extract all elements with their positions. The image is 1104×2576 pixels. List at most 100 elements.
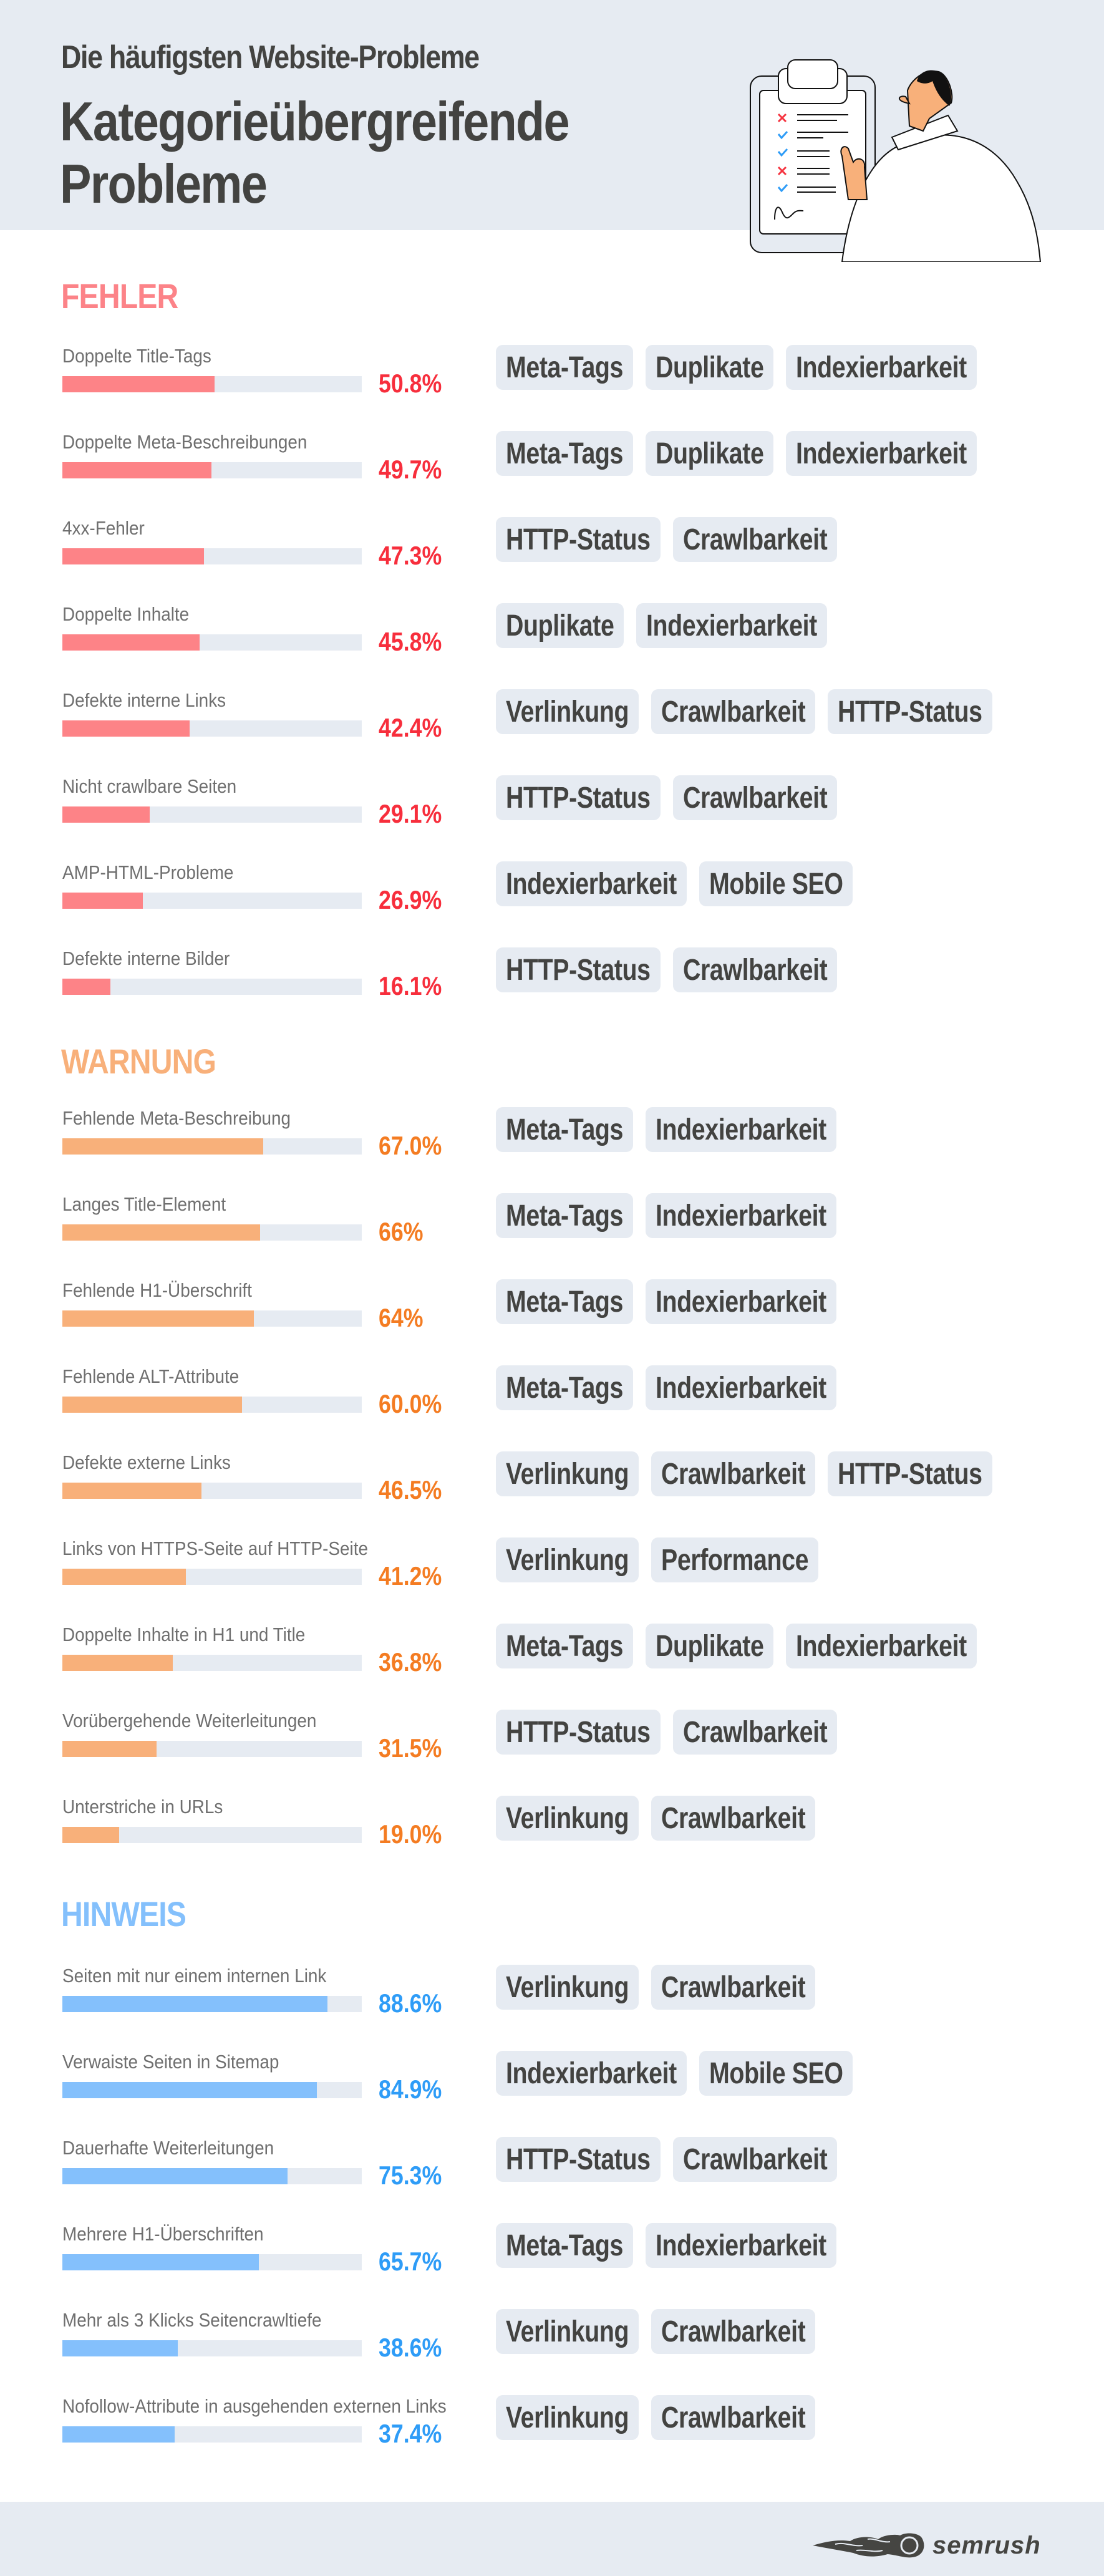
category-tag: Mobile SEO bbox=[699, 861, 853, 906]
bar-track bbox=[62, 1483, 362, 1499]
category-tag: Indexierbarkeit bbox=[646, 2223, 836, 2268]
title-line-2: Probleme bbox=[60, 153, 268, 215]
issue-row: Mehrere H1-Überschriften 65.7% Meta-Tags In… bbox=[0, 2223, 1104, 2309]
category-tag: Verlinkung bbox=[496, 1451, 639, 1496]
category-tag: Indexierbarkeit bbox=[646, 1279, 836, 1324]
category-tag: Indexierbarkeit bbox=[636, 603, 828, 648]
value-label: 65.7% bbox=[379, 2247, 442, 2276]
category-tag: Indexierbarkeit bbox=[646, 1365, 836, 1410]
bar-fill bbox=[62, 462, 211, 478]
section-heading-hinweis: HINWEIS bbox=[61, 1894, 186, 1934]
value-label: 37.4% bbox=[379, 2419, 442, 2448]
category-tag-label: Crawlbarkeit bbox=[661, 2401, 806, 2434]
page-subtitle: Die häufigsten Website-Probleme bbox=[61, 39, 480, 75]
category-tag-label: Crawlbarkeit bbox=[682, 781, 828, 815]
category-tag-label: Meta-Tags bbox=[506, 2229, 624, 2262]
section-heading-fehler: FEHLER bbox=[61, 276, 178, 316]
category-tag: Meta-Tags bbox=[496, 345, 634, 390]
issue-row: AMP-HTML-Probleme 26.9% Indexierbarkeit Mob… bbox=[0, 861, 1104, 947]
category-tag: Crawlbarkeit bbox=[651, 1965, 816, 2010]
issue-row: Unterstriche in URLs 19.0% Verlinkung Crawl… bbox=[0, 1796, 1104, 1882]
category-tag-label: Indexierbarkeit bbox=[796, 1629, 967, 1663]
category-tag-label: Verlinkung bbox=[506, 1970, 629, 2004]
category-tag-label: HTTP-Status bbox=[506, 1715, 651, 1749]
category-tag: Crawlbarkeit bbox=[672, 1710, 837, 1755]
category-tag: Crawlbarkeit bbox=[651, 1796, 816, 1841]
bar-track bbox=[62, 1569, 362, 1585]
bar-track bbox=[62, 806, 362, 823]
issue-label: Langes Title-Element bbox=[62, 1193, 226, 1215]
bar-fill bbox=[62, 1569, 186, 1585]
category-tag: Indexierbarkeit bbox=[786, 345, 977, 390]
bar-fill bbox=[62, 2168, 288, 2184]
semrush-logo: semrush bbox=[813, 2532, 1040, 2559]
value-label: 64% bbox=[379, 1303, 424, 1332]
bar-fill bbox=[62, 2082, 317, 2098]
category-tag: Crawlbarkeit bbox=[651, 689, 816, 734]
issue-row: Nicht crawlbare Seiten 29.1% HTTP-Status Cr… bbox=[0, 775, 1104, 861]
issue-row: Fehlende H1-Überschrift 64% Meta-Tags Index… bbox=[0, 1279, 1104, 1365]
issue-row: Verwaiste Seiten in Sitemap 84.9% Indexier… bbox=[0, 2051, 1104, 2137]
bar-track bbox=[62, 376, 362, 392]
category-tag-label: Duplikate bbox=[656, 437, 764, 470]
value-label: 19.0% bbox=[379, 1819, 442, 1849]
category-tag-label: Mobile SEO bbox=[709, 867, 843, 901]
issue-label: Defekte interne Bilder bbox=[62, 947, 230, 969]
category-tag-label: Duplikate bbox=[656, 1629, 764, 1663]
bar-track bbox=[62, 1741, 362, 1757]
bar-fill bbox=[62, 1741, 157, 1757]
issue-label: Dauerhafte Weiterleitungen bbox=[62, 2137, 274, 2159]
value-label: 38.6% bbox=[379, 2333, 442, 2362]
issue-label: Doppelte Title-Tags bbox=[62, 345, 211, 367]
issue-label: Mehr als 3 Klicks Seitencrawltiefe bbox=[62, 2309, 322, 2331]
value-label: 60.0% bbox=[379, 1389, 442, 1418]
tag-list: Indexierbarkeit Mobile SEO bbox=[496, 2051, 853, 2096]
category-tag-label: Meta-Tags bbox=[506, 1285, 624, 1319]
issue-label: Doppelte Inhalte bbox=[62, 603, 190, 625]
value-label: 67.0% bbox=[379, 1131, 442, 1160]
category-tag: HTTP-Status bbox=[828, 689, 993, 734]
category-tag-label: Crawlbarkeit bbox=[682, 953, 828, 987]
bar-fill bbox=[62, 1827, 120, 1843]
issue-row: Doppelte Meta-Beschreibungen 49.7% Meta-Ta… bbox=[0, 431, 1104, 517]
category-tag: Duplikate bbox=[646, 1624, 774, 1668]
bar-track bbox=[62, 720, 362, 737]
bar-fill bbox=[62, 1138, 263, 1155]
category-tag: Indexierbarkeit bbox=[646, 1193, 836, 1238]
category-tag-label: HTTP-Status bbox=[506, 523, 651, 556]
bar-track bbox=[62, 1655, 362, 1671]
category-tag: HTTP-Status bbox=[496, 947, 661, 992]
bar-track bbox=[62, 2168, 362, 2184]
bar-track bbox=[62, 462, 362, 478]
title-line-1: Kategorieübergreifende bbox=[60, 90, 570, 152]
category-tag: Verlinkung bbox=[496, 1796, 639, 1841]
category-tag-label: Meta-Tags bbox=[506, 1113, 624, 1146]
category-tag-label: Indexierbarkeit bbox=[656, 1113, 826, 1146]
issue-label: Defekte externe Links bbox=[62, 1451, 231, 1473]
category-tag: Meta-Tags bbox=[496, 1365, 634, 1410]
category-tag-label: Verlinkung bbox=[506, 1801, 629, 1835]
issue-label: Verwaiste Seiten in Sitemap bbox=[62, 2051, 279, 2073]
category-tag-label: HTTP-Status bbox=[506, 781, 651, 815]
issue-label: Nicht crawlbare Seiten bbox=[62, 775, 237, 797]
issue-row: 4xx-Fehler 47.3% HTTP-Status Crawlbarkeit bbox=[0, 517, 1104, 603]
issue-label: Links von HTTPS-Seite auf HTTP-Seite bbox=[62, 1537, 368, 1559]
category-tag-label: Crawlbarkeit bbox=[682, 2143, 828, 2176]
bar-fill bbox=[62, 376, 215, 392]
category-tag: Meta-Tags bbox=[496, 1279, 634, 1324]
category-tag-label: Crawlbarkeit bbox=[661, 1457, 806, 1491]
tag-list: Meta-Tags Duplikate Indexierbarkeit bbox=[496, 1624, 977, 1668]
issue-row: Doppelte Inhalte 45.8% Duplikate Indexierba… bbox=[0, 603, 1104, 689]
category-tag-label: Indexierbarkeit bbox=[646, 609, 818, 642]
tag-list: Indexierbarkeit Mobile SEO bbox=[496, 861, 853, 906]
issue-row: Nofollow-Attribute in ausgehenden extern… bbox=[0, 2395, 1104, 2481]
bar-track bbox=[62, 2340, 362, 2356]
value-label: 50.8% bbox=[379, 369, 442, 398]
bar-fill bbox=[62, 806, 150, 823]
value-label: 75.3% bbox=[379, 2161, 442, 2190]
bar-fill bbox=[62, 1483, 202, 1499]
bar-track bbox=[62, 1996, 362, 2012]
value-label: 46.5% bbox=[379, 1475, 442, 1504]
category-tag-label: Meta-Tags bbox=[506, 1629, 624, 1663]
bar-fill bbox=[62, 1996, 328, 2012]
